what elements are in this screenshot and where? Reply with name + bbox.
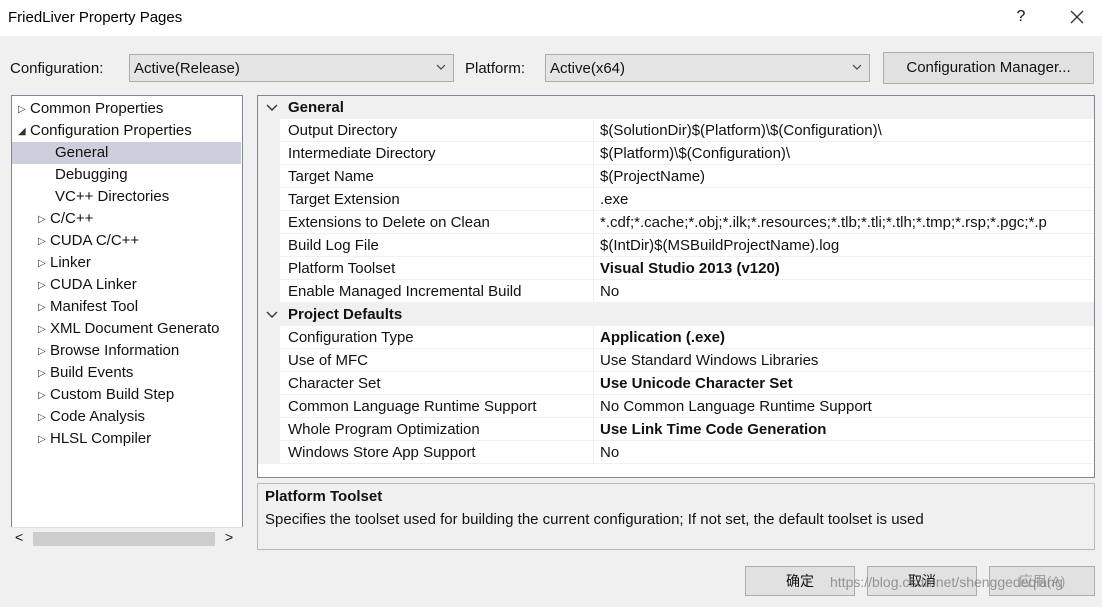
property-value: Use Unicode Character Set	[600, 375, 793, 392]
property-name: Intermediate Directory	[288, 145, 436, 162]
scrollbar-thumb[interactable]	[33, 532, 215, 546]
property-grid: General Output Directory $(SolutionDir)$(…	[257, 95, 1095, 478]
configuration-value: Active(Release)	[134, 60, 240, 77]
tree-item-common-properties[interactable]: ▷ Common Properties	[18, 98, 163, 120]
property-value: $(ProjectName)	[600, 168, 706, 185]
tree-item-general[interactable]: General	[12, 142, 241, 164]
property-name: Output Directory	[288, 122, 398, 139]
tree-item-build-events[interactable]: ▷ Build Events	[38, 362, 133, 384]
chevron-down-icon[interactable]	[264, 303, 280, 326]
property-value: .exe	[600, 191, 629, 208]
category-project-defaults[interactable]: Project Defaults	[258, 303, 1094, 326]
tree-item-hlsl-compiler[interactable]: ▷ HLSL Compiler	[38, 428, 151, 450]
tree-item-vc-directories[interactable]: VC++ Directories	[55, 186, 169, 208]
property-row[interactable]: Use of MFC Use Standard Windows Libraries	[258, 349, 1094, 372]
property-value: Use Standard Windows Libraries	[600, 352, 819, 369]
property-row-selected[interactable]: Platform Toolset Visual Studio 2013 (v120…	[258, 257, 1094, 280]
expand-arrow-icon[interactable]: ▷	[38, 297, 50, 319]
property-name: Target Extension	[288, 191, 400, 208]
property-row[interactable]: Common Language Runtime Support No Common…	[258, 395, 1094, 418]
tree-item-configuration-properties[interactable]: ◢ Configuration Properties	[18, 120, 192, 142]
expand-arrow-icon[interactable]: ▷	[38, 385, 50, 407]
expand-arrow-icon[interactable]: ▷	[38, 253, 50, 275]
tree-item-linker[interactable]: ▷ Linker	[38, 252, 91, 274]
property-row[interactable]: Enable Managed Incremental Build No	[258, 280, 1094, 303]
property-value: $(Platform)\$(Configuration)\	[600, 145, 791, 162]
tree-item-debugging[interactable]: Debugging	[55, 164, 128, 186]
property-row[interactable]: Configuration Type Application (.exe)	[258, 326, 1094, 349]
tree-item-xml-document-generator[interactable]: ▷ XML Document Generato	[38, 318, 220, 340]
property-row[interactable]: Target Extension .exe	[258, 188, 1094, 211]
configuration-manager-button[interactable]: Configuration Manager...	[883, 52, 1094, 84]
close-button[interactable]	[1062, 4, 1092, 30]
chevron-down-icon	[436, 64, 446, 70]
property-row[interactable]: Whole Program Optimization Use Link Time …	[258, 418, 1094, 441]
property-row[interactable]: Intermediate Directory $(Platform)\$(Conf…	[258, 142, 1094, 165]
property-name: Build Log File	[288, 237, 379, 254]
platform-dropdown[interactable]: Active(x64)	[545, 54, 870, 82]
scroll-right-icon[interactable]: >	[225, 529, 233, 545]
property-name: Platform Toolset	[288, 260, 396, 277]
description-title: Platform Toolset	[265, 488, 383, 505]
tree-item-cuda-linker[interactable]: ▷ CUDA Linker	[38, 274, 137, 296]
expand-arrow-icon[interactable]: ▷	[38, 275, 50, 297]
property-row[interactable]: Build Log File $(IntDir)$(MSBuildProjectN…	[258, 234, 1094, 257]
configuration-dropdown[interactable]: Active(Release)	[129, 54, 454, 82]
tree-item-cuda-cpp[interactable]: ▷ CUDA C/C++	[38, 230, 139, 252]
property-name: Configuration Type	[288, 329, 414, 346]
property-name: Common Language Runtime Support	[288, 398, 537, 415]
description-text: Specifies the toolset used for building …	[265, 511, 924, 528]
property-name: Use of MFC	[288, 352, 369, 369]
platform-label: Platform:	[465, 60, 526, 77]
property-value: $(IntDir)$(MSBuildProjectName).log	[600, 237, 840, 254]
category-general[interactable]: General	[258, 96, 1094, 119]
tree-item-cpp[interactable]: ▷ C/C++	[38, 208, 93, 230]
property-value: No	[600, 283, 620, 300]
chevron-down-icon	[852, 64, 862, 70]
property-value: Visual Studio 2013 (v120)	[600, 260, 780, 277]
property-value: *.cdf;*.cache;*.obj;*.ilk;*.resources;*.…	[600, 214, 1047, 231]
property-value: Application (.exe)	[600, 329, 726, 346]
tree-item-custom-build-step[interactable]: ▷ Custom Build Step	[38, 384, 174, 406]
property-value: Use Link Time Code Generation	[600, 421, 827, 438]
close-icon	[1070, 10, 1084, 24]
title-bar: FriedLiver Property Pages ?	[0, 0, 1102, 36]
property-name: Enable Managed Incremental Build	[288, 283, 522, 300]
help-button[interactable]: ?	[1008, 6, 1034, 28]
tree-item-manifest-tool[interactable]: ▷ Manifest Tool	[38, 296, 138, 318]
property-name: Whole Program Optimization	[288, 421, 480, 438]
expand-arrow-icon[interactable]: ▷	[38, 341, 50, 363]
property-name: Character Set	[288, 375, 381, 392]
property-value: No Common Language Runtime Support	[600, 398, 872, 415]
configuration-label: Configuration:	[10, 60, 104, 77]
expand-arrow-icon[interactable]: ▷	[38, 209, 50, 231]
tree-horizontal-scrollbar[interactable]: < >	[11, 527, 243, 549]
property-row[interactable]: Windows Store App Support No	[258, 441, 1094, 464]
property-value: No	[600, 444, 620, 461]
expand-arrow-icon[interactable]: ▷	[18, 99, 30, 121]
collapse-arrow-icon[interactable]: ◢	[18, 121, 30, 143]
expand-arrow-icon[interactable]: ▷	[38, 231, 50, 253]
chevron-down-icon[interactable]	[264, 96, 280, 119]
expand-arrow-icon[interactable]: ▷	[38, 407, 50, 429]
property-row[interactable]: Output Directory $(SolutionDir)$(Platform…	[258, 119, 1094, 142]
tree-item-browse-information[interactable]: ▷ Browse Information	[38, 340, 179, 362]
property-name: Target Name	[288, 168, 374, 185]
property-value: $(SolutionDir)$(Platform)\$(Configuratio…	[600, 122, 882, 139]
scroll-left-icon[interactable]: <	[15, 529, 23, 545]
expand-arrow-icon[interactable]: ▷	[38, 319, 50, 341]
window-title: FriedLiver Property Pages	[8, 9, 183, 26]
description-panel: Platform Toolset Specifies the toolset u…	[257, 483, 1095, 550]
property-row[interactable]: Extensions to Delete on Clean *.cdf;*.cac…	[258, 211, 1094, 234]
property-row[interactable]: Character Set Use Unicode Character Set	[258, 372, 1094, 395]
tree-item-code-analysis[interactable]: ▷ Code Analysis	[38, 406, 145, 428]
platform-value: Active(x64)	[550, 60, 626, 77]
property-name: Extensions to Delete on Clean	[288, 214, 490, 231]
property-row[interactable]: Target Name $(ProjectName)	[258, 165, 1094, 188]
expand-arrow-icon[interactable]: ▷	[38, 363, 50, 385]
property-name: Windows Store App Support	[288, 444, 476, 461]
expand-arrow-icon[interactable]: ▷	[38, 429, 50, 451]
property-tree: ▷ Common Properties ◢ Configuration Proper…	[11, 95, 243, 549]
watermark-text: https://blog.csdn.net/shenggedeqiang	[830, 574, 1063, 590]
